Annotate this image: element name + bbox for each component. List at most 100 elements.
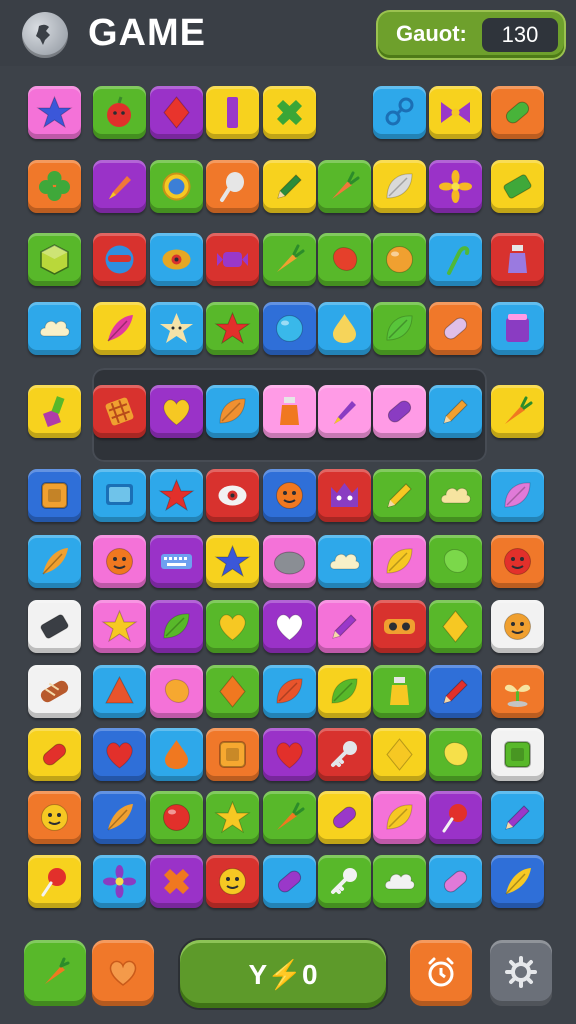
tile-ball[interactable] <box>150 791 203 844</box>
tile-brush[interactable] <box>318 385 371 438</box>
tile-spoon[interactable] <box>206 160 259 213</box>
tile-key[interactable] <box>318 728 371 781</box>
tile-box[interactable] <box>491 728 544 781</box>
tile-sprout[interactable] <box>491 665 544 718</box>
tile-pencil[interactable] <box>263 160 316 213</box>
globe-icon[interactable] <box>22 12 68 58</box>
tile-monster[interactable] <box>318 469 371 522</box>
tile-jar[interactable] <box>491 302 544 355</box>
boost-button[interactable]: Y⚡0 <box>180 940 386 1008</box>
tile-leaf[interactable] <box>373 302 426 355</box>
tile-goggles[interactable] <box>373 600 426 653</box>
tile-cloud[interactable] <box>28 302 81 355</box>
tile-heart[interactable] <box>263 600 316 653</box>
timer-button[interactable] <box>410 940 472 1006</box>
tile-leaf[interactable] <box>373 535 426 588</box>
tile-box[interactable] <box>28 469 81 522</box>
tile-capsule[interactable] <box>28 728 81 781</box>
tile-carrot[interactable] <box>263 233 316 286</box>
tile-eraser[interactable] <box>491 160 544 213</box>
tile-capsule[interactable] <box>263 855 316 908</box>
tile-coin[interactable] <box>150 160 203 213</box>
tile-clover[interactable] <box>28 160 81 213</box>
tile-key[interactable] <box>318 855 371 908</box>
tile-bar[interactable] <box>206 86 259 139</box>
tile-leaf[interactable] <box>206 385 259 438</box>
tile-blob[interactable] <box>318 233 371 286</box>
tile-cross[interactable] <box>150 855 203 908</box>
tile-heart[interactable] <box>150 385 203 438</box>
tile-cross[interactable] <box>263 86 316 139</box>
tile-heart[interactable] <box>263 728 316 781</box>
tile-ball[interactable] <box>263 302 316 355</box>
tile-drop[interactable] <box>318 302 371 355</box>
tile-diamond[interactable] <box>429 600 482 653</box>
tile-face[interactable] <box>28 791 81 844</box>
tile-carrot[interactable] <box>263 791 316 844</box>
tile-ball[interactable] <box>373 233 426 286</box>
tile-diamond[interactable] <box>150 86 203 139</box>
tile-star[interactable] <box>93 600 146 653</box>
tile-star[interactable] <box>206 791 259 844</box>
tile-bottle[interactable] <box>491 233 544 286</box>
tile-screen[interactable] <box>93 469 146 522</box>
tile-star[interactable] <box>206 302 259 355</box>
tile-capsule[interactable] <box>373 385 426 438</box>
tile-waffle[interactable] <box>93 385 146 438</box>
tile-star[interactable] <box>150 469 203 522</box>
tile-keyboard[interactable] <box>150 535 203 588</box>
tile-blob[interactable] <box>429 728 482 781</box>
tile-bottle[interactable] <box>373 665 426 718</box>
carrot-button[interactable] <box>24 940 86 1006</box>
tile-paint[interactable] <box>28 385 81 438</box>
tile-eye[interactable] <box>206 469 259 522</box>
tile-capsule[interactable] <box>429 855 482 908</box>
tile-capsule[interactable] <box>318 791 371 844</box>
tile-pencil[interactable] <box>318 600 371 653</box>
tile-star[interactable] <box>28 86 81 139</box>
tile-bottle[interactable] <box>263 385 316 438</box>
tile-feather[interactable] <box>93 302 146 355</box>
tile-cane[interactable] <box>429 233 482 286</box>
tile-leaf[interactable] <box>491 469 544 522</box>
tile-drop[interactable] <box>150 728 203 781</box>
tile-cloud[interactable] <box>429 469 482 522</box>
tile-chain[interactable] <box>373 86 426 139</box>
tile-leaf[interactable] <box>263 665 316 718</box>
tile-blob[interactable] <box>429 535 482 588</box>
tile-flower[interactable] <box>429 160 482 213</box>
tile-leaf[interactable] <box>318 665 371 718</box>
settings-button[interactable] <box>490 940 552 1006</box>
tile-leaf[interactable] <box>150 600 203 653</box>
tile-cloud[interactable] <box>373 855 426 908</box>
tile-flower[interactable] <box>93 855 146 908</box>
tile-feather[interactable] <box>93 791 146 844</box>
tile-leaf[interactable] <box>373 791 426 844</box>
tile-mask[interactable] <box>93 233 146 286</box>
tile-feather[interactable] <box>28 535 81 588</box>
tile-eye[interactable] <box>150 233 203 286</box>
tile-pencil[interactable] <box>429 385 482 438</box>
tile-pencil[interactable] <box>491 791 544 844</box>
tile-candy[interactable] <box>206 233 259 286</box>
tile-carrot[interactable] <box>318 160 371 213</box>
tile-leaf[interactable] <box>373 160 426 213</box>
tile-cone[interactable] <box>93 665 146 718</box>
tile-capsule[interactable] <box>491 86 544 139</box>
tile-starface[interactable] <box>150 302 203 355</box>
tile-lollipop[interactable] <box>28 855 81 908</box>
tile-heart[interactable] <box>93 728 146 781</box>
tile-diamond[interactable] <box>373 728 426 781</box>
tile-feather[interactable] <box>491 855 544 908</box>
tile-bread[interactable] <box>28 665 81 718</box>
tile-pencil[interactable] <box>429 665 482 718</box>
tile-pencil[interactable] <box>373 469 426 522</box>
tile-face[interactable] <box>263 469 316 522</box>
tile-box[interactable] <box>206 728 259 781</box>
heart-button[interactable] <box>92 940 154 1006</box>
tile-blob[interactable] <box>150 665 203 718</box>
tile-diamond[interactable] <box>206 665 259 718</box>
tile-bowtie[interactable] <box>429 86 482 139</box>
tile-carrot[interactable] <box>491 385 544 438</box>
tile-heart[interactable] <box>206 600 259 653</box>
